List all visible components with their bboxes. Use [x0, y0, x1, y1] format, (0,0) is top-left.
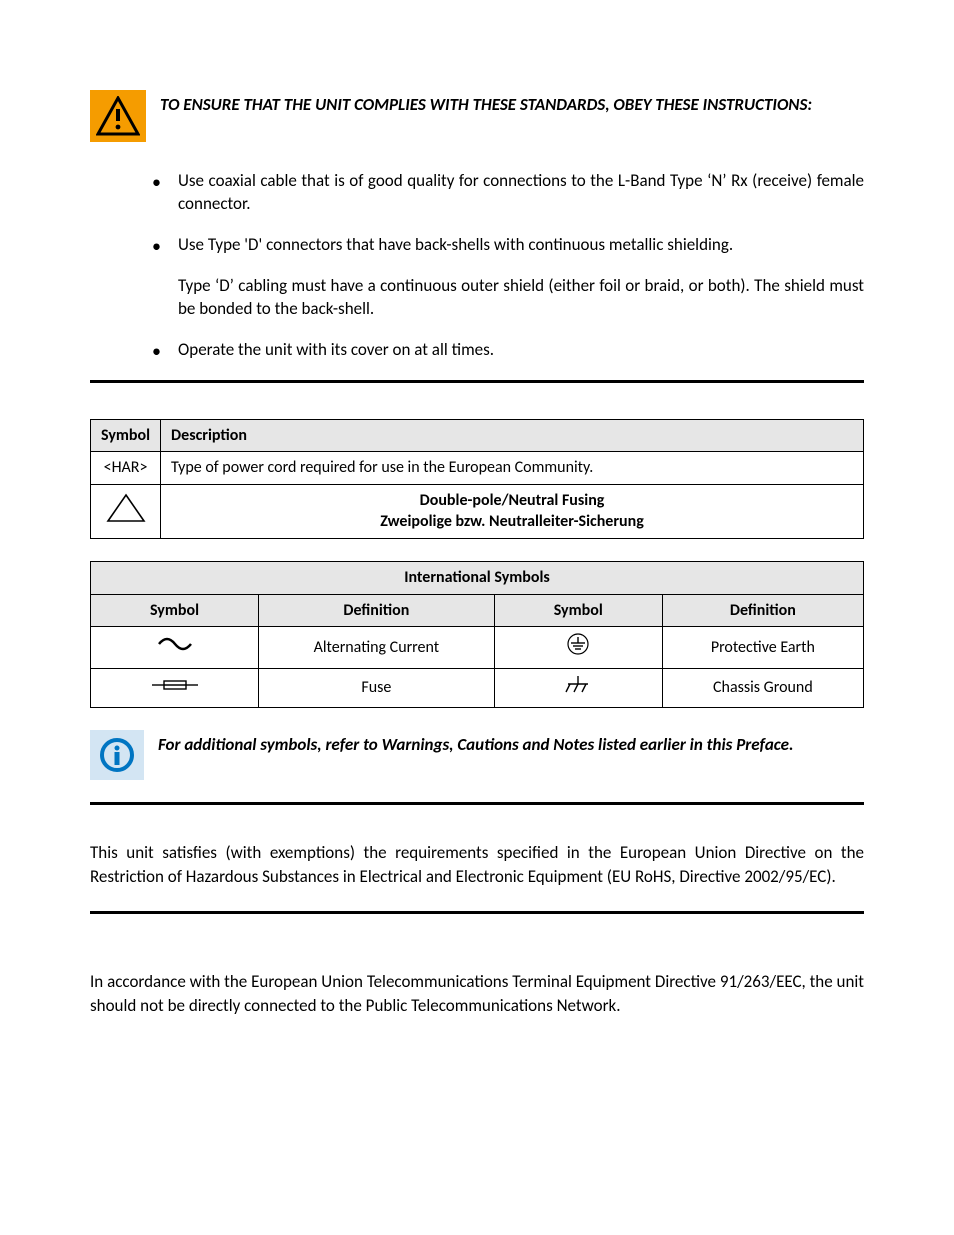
symbol-chassis-ground [494, 668, 662, 708]
fusing-line2: Zweipolige bzw. Neutralleiter-Sicherung [171, 511, 853, 533]
table-header-description: Description [161, 419, 864, 452]
table-cell-symbol [91, 484, 161, 538]
section-divider [90, 380, 864, 383]
list-item: Use Type 'D' connectors that have back-s… [152, 234, 864, 321]
rohs-paragraph: This unit satisfies (with exemptions) th… [90, 841, 864, 889]
definition-fuse: Fuse [259, 668, 495, 708]
international-symbols-table: International Symbols Symbol Definition … [90, 561, 864, 708]
definition-ac: Alternating Current [259, 627, 495, 669]
symbol-pe [494, 627, 662, 669]
warning-heading: TO ENSURE THAT THE UNIT COMPLIES WITH TH… [160, 90, 812, 142]
list-item-sub-paragraph: Type ‘D’ cabling must have a continuous … [178, 275, 864, 321]
table-cell-symbol: <HAR> [91, 452, 161, 485]
table-title: International Symbols [91, 562, 864, 595]
table-header-symbol: Symbol [91, 594, 259, 627]
symbol-description-table: Symbol Description <HAR> Type of power c… [90, 419, 864, 539]
table-header-definition: Definition [662, 594, 863, 627]
definition-chassis-ground: Chassis Ground [662, 668, 863, 708]
table-header-definition: Definition [259, 594, 495, 627]
information-icon [90, 730, 144, 780]
table-row: Double-pole/Neutral Fusing Zweipolige bz… [91, 484, 864, 538]
section-divider [90, 911, 864, 914]
table-cell-description: Type of power cord required for use in t… [161, 452, 864, 485]
warning-block: TO ENSURE THAT THE UNIT COMPLIES WITH TH… [90, 90, 864, 142]
note-block: For additional symbols, refer to Warning… [90, 730, 864, 780]
symbol-fuse [91, 668, 259, 708]
table-cell-fusing: Double-pole/Neutral Fusing Zweipolige bz… [161, 484, 864, 538]
list-item-text: Use Type 'D' connectors that have back-s… [178, 234, 733, 255]
protective-earth-icon [565, 632, 591, 663]
list-item: Operate the unit with its cover on at al… [152, 339, 864, 362]
definition-pe: Protective Earth [662, 627, 863, 669]
list-item-text: Operate the unit with its cover on at al… [178, 339, 494, 360]
compliance-instruction-list: Use coaxial cable that is of good qualit… [152, 170, 864, 362]
table-row: <HAR> Type of power cord required for us… [91, 452, 864, 485]
table-row: Fuse Chassis Ground [91, 668, 864, 708]
fuse-icon [150, 677, 200, 700]
triangle-icon [106, 493, 146, 523]
note-text: For additional symbols, refer to Warning… [158, 730, 794, 780]
section-divider [90, 802, 864, 805]
fusing-line1: Double-pole/Neutral Fusing [171, 490, 853, 512]
chassis-ground-icon [563, 674, 593, 703]
telecom-paragraph: In accordance with the European Union Te… [90, 970, 864, 1018]
list-item-text: Use coaxial cable that is of good qualit… [178, 170, 864, 214]
warning-triangle-icon [90, 90, 146, 142]
table-header-symbol: Symbol [494, 594, 662, 627]
alternating-current-icon [155, 636, 195, 659]
table-row: Alternating Current Protective Earth [91, 627, 864, 669]
list-item: Use coaxial cable that is of good qualit… [152, 170, 864, 216]
symbol-ac [91, 627, 259, 669]
table-header-symbol: Symbol [91, 419, 161, 452]
